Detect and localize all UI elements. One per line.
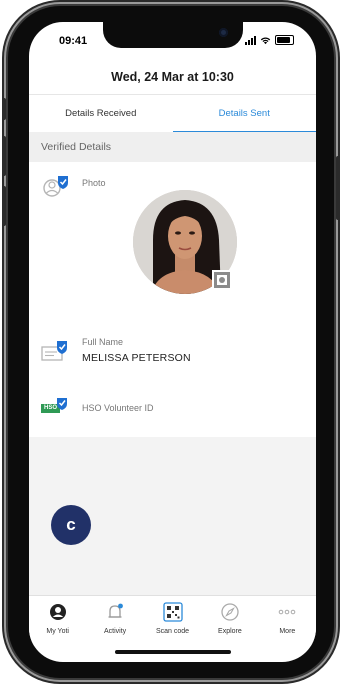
verified-id-card-icon (41, 341, 67, 361)
section-header: Verified Details (29, 132, 316, 162)
nav-label-activity: Activity (104, 628, 127, 635)
nav-activity[interactable]: Activity (86, 596, 143, 646)
nav-label-scan-code: Scan code (155, 628, 190, 635)
bell-icon (108, 603, 124, 618)
power-button (336, 156, 340, 220)
tab-details-sent[interactable]: Details Sent (172, 95, 317, 133)
page-title: Wed, 24 Mar at 10:30 (111, 70, 234, 84)
my-yoti-icon (49, 604, 66, 620)
nav-scan-code[interactable]: Scan code (144, 596, 201, 646)
nav-explore[interactable]: Explore (201, 596, 258, 646)
phone-screen: 09:41 Wed, 24 Mar at 10:30 Details Recei… (29, 22, 316, 662)
bottom-navigation: My Yoti Activity Scan code Explore More (29, 595, 316, 646)
volume-up-button (2, 136, 6, 176)
hso-id-icon-wrap: HSO (41, 397, 73, 421)
tab-details-received[interactable]: Details Received (29, 95, 173, 132)
verified-shield-icon (57, 398, 67, 410)
compass-icon (221, 603, 239, 621)
hso-volunteer-id-row: HSO HSO Volunteer ID (29, 381, 316, 438)
signal-icon (245, 36, 256, 45)
nav-label-explore: Explore (218, 628, 242, 635)
full-name-value: MELISSA PETERSON (82, 352, 191, 364)
full-name-detail-row: Full Name MELISSA PETERSON (29, 325, 316, 382)
notch (103, 22, 243, 48)
qr-code-icon (162, 602, 183, 622)
nav-my-yoti[interactable]: My Yoti (29, 596, 86, 646)
tab-bar: Details Received Details Sent (29, 94, 316, 133)
wifi-icon (260, 37, 271, 45)
nav-label-my-yoti: My Yoti (46, 628, 69, 635)
camera-icon (219, 28, 228, 37)
home-indicator[interactable] (115, 650, 231, 654)
full-name-label: Full Name (82, 337, 124, 347)
nav-label-more: More (279, 628, 296, 635)
photo-verify-badge (212, 270, 232, 290)
more-dots-icon (279, 609, 296, 615)
nav-more[interactable]: More (259, 596, 316, 646)
hso-volunteer-id-label: HSO Volunteer ID (82, 403, 154, 413)
photo-detail-row: Photo (29, 162, 316, 326)
status-time: 09:41 (59, 35, 88, 47)
callout-badge: c (51, 505, 91, 545)
battery-icon (275, 35, 294, 45)
content-empty-area: c (29, 437, 316, 595)
photo-label: Photo (82, 178, 106, 188)
status-icons (245, 35, 294, 45)
verified-photo-icon (43, 176, 68, 197)
volume-down-button (2, 186, 6, 226)
camera-badge-icon (217, 275, 227, 285)
silent-switch (2, 98, 6, 120)
